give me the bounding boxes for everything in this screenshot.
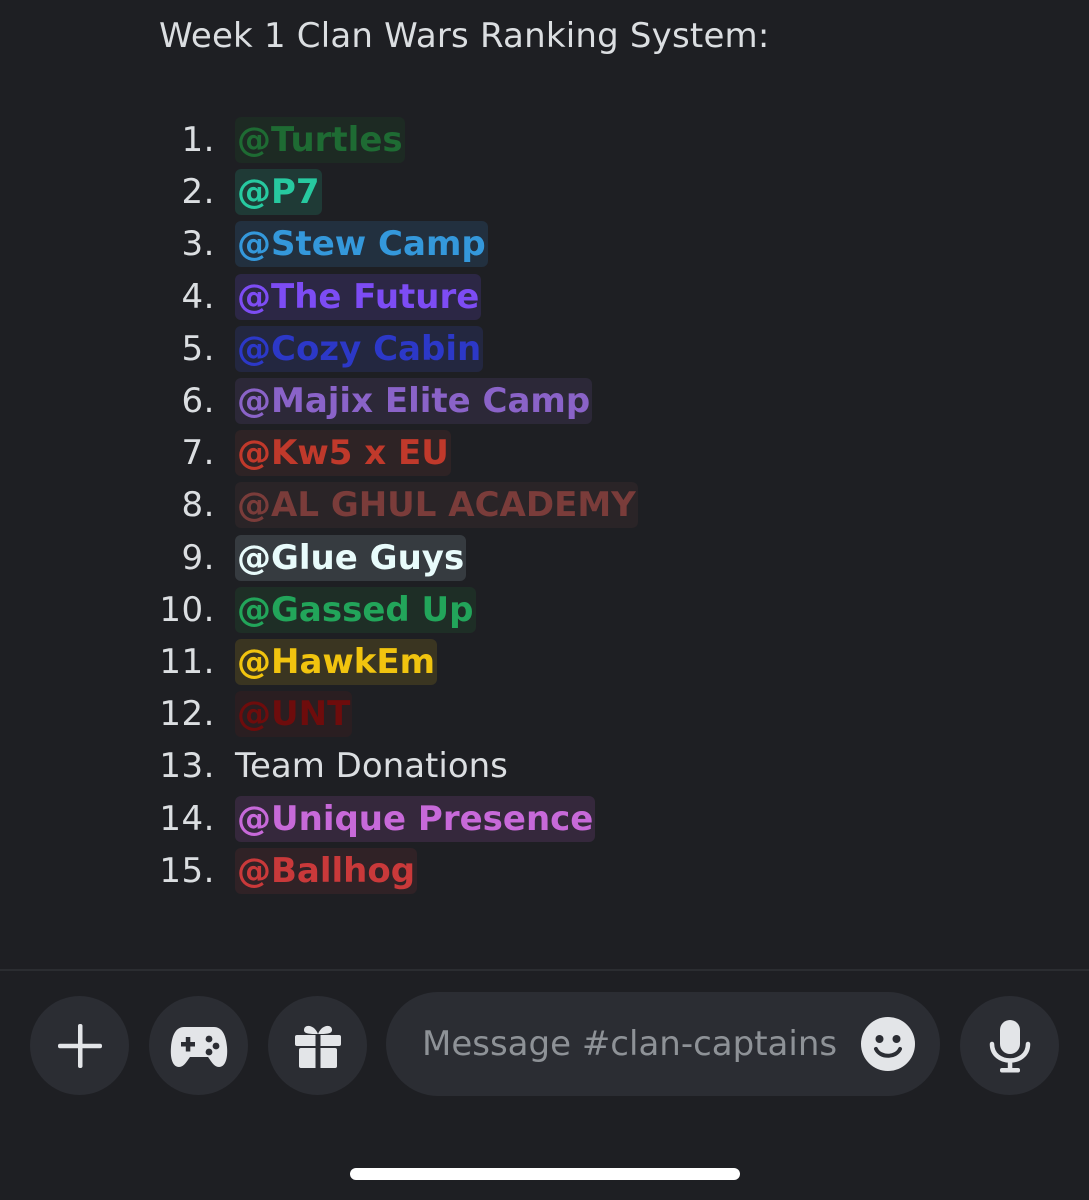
ranking-item: 8. @AL GHUL ACADEMY	[159, 479, 638, 531]
smile-icon[interactable]	[860, 1016, 916, 1072]
ranking-number: 14.	[159, 798, 215, 839]
ranking-item: 3. @Stew Camp	[159, 218, 638, 270]
ranking-list: 1. @Turtles 2. @P7 3. @Stew Camp 4. @The Future…	[159, 114, 638, 897]
role-mention[interactable]: @HawkEm	[235, 638, 438, 685]
ranking-item: 1. @Turtles	[159, 114, 638, 166]
ranking-item: 5. @Cozy Cabin	[159, 323, 638, 375]
ranking-text: Team Donations	[235, 746, 508, 787]
microphone-icon	[989, 1019, 1030, 1072]
ranking-number: 1.	[181, 120, 215, 161]
ranking-item: 12. @UNT	[159, 688, 638, 740]
role-mention[interactable]: @Majix Elite Camp	[235, 378, 593, 425]
ranking-item: 7. @Kw5 x EU	[159, 427, 638, 479]
ranking-item: 15. @Ballhog	[159, 845, 638, 897]
message-title: Week 1 Clan Wars Ranking System:	[159, 16, 770, 56]
message: Week 1 Clan Wars Ranking System: 1. @Turt…	[159, 12, 1059, 894]
role-mention[interactable]: @P7	[235, 169, 322, 216]
ranking-item: 6. @Majix Elite Camp	[159, 375, 638, 427]
home-indicator	[350, 1168, 740, 1180]
role-mention[interactable]: @The Future	[235, 273, 482, 320]
ranking-number: 11.	[159, 641, 215, 682]
message-input-box[interactable]	[386, 992, 940, 1096]
role-mention[interactable]: @AL GHUL ACADEMY	[235, 482, 638, 529]
ranking-item: 14. @Unique Presence	[159, 792, 638, 844]
ranking-number: 2.	[181, 172, 215, 213]
gamepad-icon	[170, 1026, 227, 1067]
ranking-number: 12.	[159, 694, 215, 735]
role-mention[interactable]: @Cozy Cabin	[235, 325, 484, 372]
ranking-number: 13.	[159, 746, 215, 787]
ranking-item: 10. @Gassed Up	[159, 584, 638, 636]
role-mention[interactable]: @Stew Camp	[235, 221, 488, 268]
role-mention[interactable]: @Turtles	[235, 117, 405, 164]
ranking-number: 8.	[181, 485, 215, 526]
voice-message-button[interactable]	[960, 996, 1059, 1095]
role-mention[interactable]: @Gassed Up	[235, 586, 476, 633]
role-mention[interactable]: @Unique Presence	[235, 795, 596, 842]
ranking-number: 9.	[181, 537, 215, 578]
ranking-number: 7.	[181, 433, 215, 474]
message-input[interactable]	[422, 1024, 842, 1064]
ranking-number: 15.	[159, 850, 215, 891]
ranking-item: 13. Team Donations	[159, 740, 638, 792]
message-composer	[0, 971, 1089, 1200]
ranking-number: 4.	[181, 276, 215, 317]
ranking-item: 4. @The Future	[159, 271, 638, 323]
add-attachment-button[interactable]	[30, 996, 129, 1095]
plus-icon	[57, 1023, 102, 1068]
ranking-number: 5.	[181, 328, 215, 369]
gift-button[interactable]	[268, 996, 367, 1095]
activities-button[interactable]	[149, 996, 248, 1095]
gift-icon	[294, 1025, 341, 1068]
ranking-item: 11. @HawkEm	[159, 636, 638, 688]
ranking-number: 6.	[181, 381, 215, 422]
ranking-number: 10.	[159, 589, 215, 630]
role-mention[interactable]: @Glue Guys	[235, 534, 467, 581]
ranking-item: 9. @Glue Guys	[159, 532, 638, 584]
ranking-number: 3.	[181, 224, 215, 265]
role-mention[interactable]: @Kw5 x EU	[235, 430, 451, 477]
role-mention[interactable]: @Ballhog	[235, 847, 418, 894]
ranking-item: 2. @P7	[159, 166, 638, 218]
role-mention[interactable]: @UNT	[235, 691, 353, 738]
